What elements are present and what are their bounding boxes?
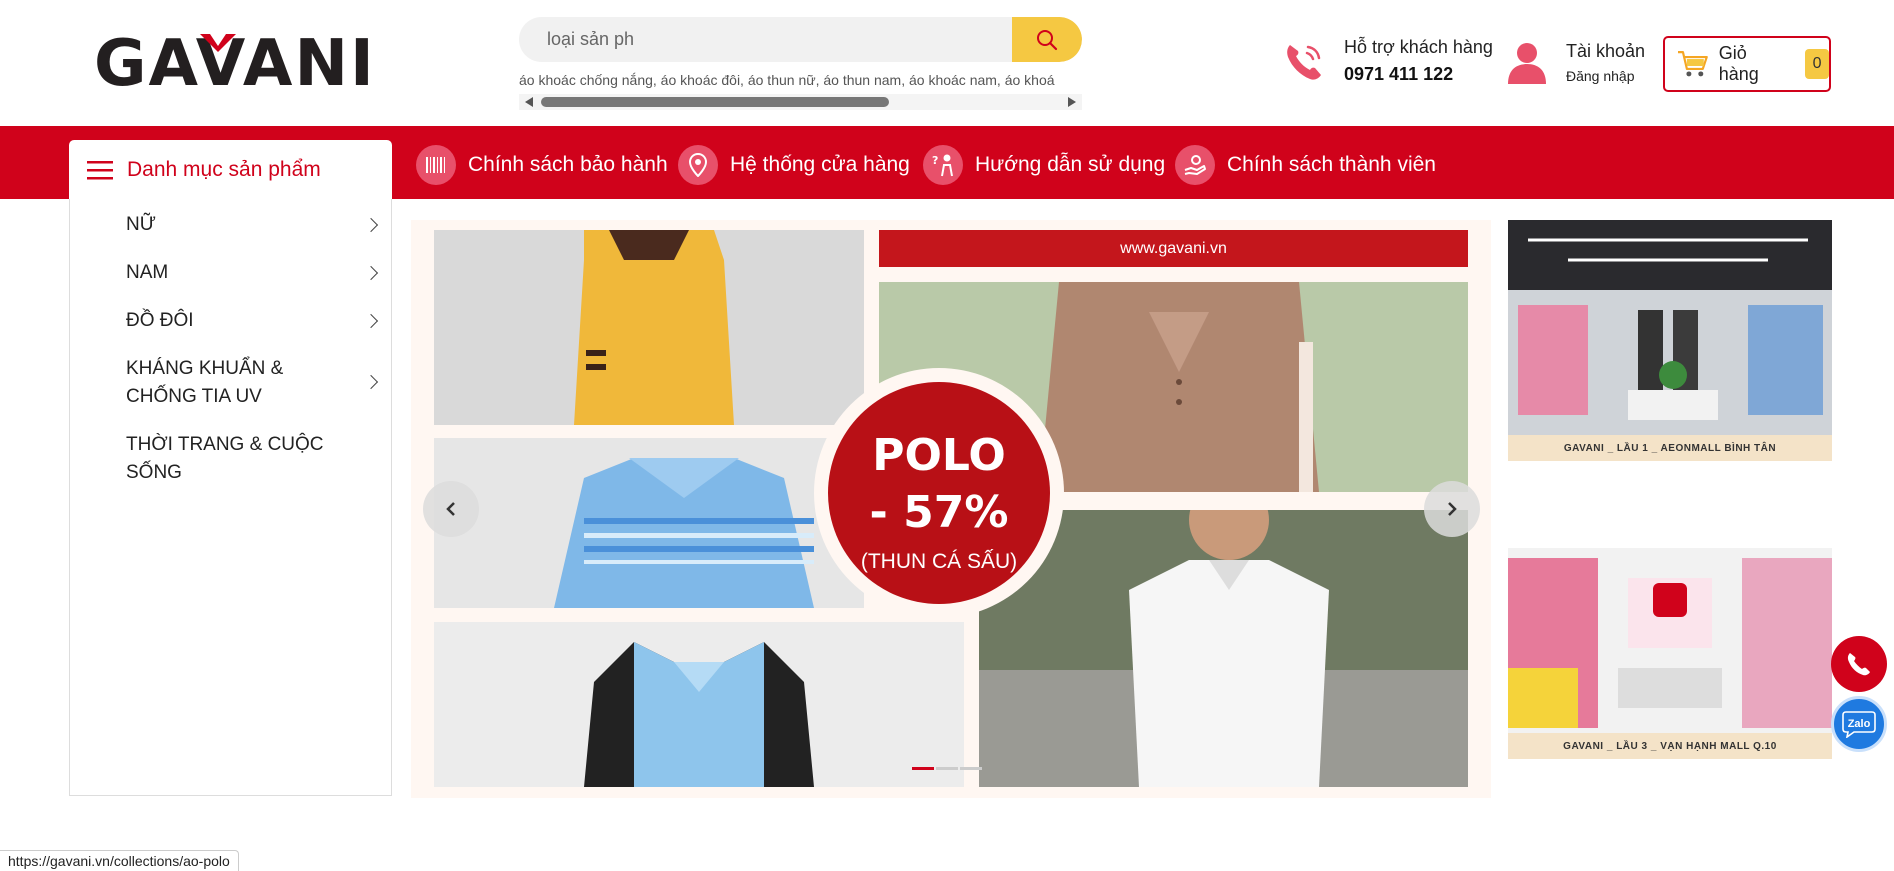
sidebar-item-label: NAM <box>126 262 169 283</box>
slider-dot-3[interactable] <box>960 767 982 770</box>
nav-store-system[interactable]: Hệ thống cửa hàng <box>678 145 910 185</box>
nav-label: Chính sách bảo hành <box>468 153 668 176</box>
slider-prev-button[interactable] <box>423 481 479 537</box>
logo-accent-icon <box>200 34 236 52</box>
cart-label: Giỏ hàng <box>1718 43 1759 84</box>
phone-icon <box>1287 45 1321 80</box>
sidebar-item-label: ĐỒ ĐÔI <box>126 310 194 331</box>
sidebar-item-label: NỮ <box>126 214 156 235</box>
floating-zalo-button[interactable]: Zalo <box>1831 696 1887 752</box>
phone-icon <box>1847 653 1870 676</box>
search-suggestions[interactable]: áo khoác chống nắng, áo khoác đôi, áo th… <box>519 72 1082 88</box>
store-caption: GAVANI _ LẦU 1 _ AEONMALL BÌNH TÂN <box>1508 435 1832 461</box>
banner-url-strip: www.gavani.vn <box>879 230 1468 267</box>
account-text: Tài khoản Đăng nhập <box>1566 41 1645 84</box>
category-menu-label: Danh mục sản phẩm <box>127 158 321 181</box>
account-menu[interactable]: Tài khoản Đăng nhập <box>1506 40 1645 84</box>
svg-text:?: ? <box>932 154 938 167</box>
customer-support[interactable]: Hỗ trợ khách hàng 0971 411 122 <box>1282 37 1493 85</box>
zalo-label: Zalo <box>1847 718 1871 730</box>
location-pin-icon <box>678 145 718 185</box>
login-link[interactable]: Đăng nhập <box>1566 68 1645 84</box>
sidebar-item-men[interactable]: NAM <box>126 259 379 287</box>
store-photo-aeonmall[interactable]: GAVANI _ LẦU 1 _ AEONMALL BÌNH TÂN <box>1508 220 1832 461</box>
browser-status-url: https://gavani.vn/collections/ao-polo <box>0 850 239 871</box>
category-menu-toggle[interactable]: Danh mục sản phẩm <box>69 140 392 200</box>
chevron-right-icon <box>363 313 379 329</box>
nav-usage-guide[interactable]: ? Hướng dẫn sử dụng <box>923 145 1165 185</box>
slider-dots <box>912 767 984 770</box>
banner-photo-yellow-polo <box>434 230 864 425</box>
gavani-logo[interactable]: GAVANI <box>94 32 374 96</box>
promo-badge: POLO - 57% (THUN CÁ SẤU) <box>814 368 1064 618</box>
user-icon <box>1508 43 1546 84</box>
barcode-icon <box>416 145 456 185</box>
banner-photo-white-polo <box>979 510 1468 787</box>
scroll-right-icon[interactable] <box>1068 97 1076 107</box>
chevron-left-icon <box>446 502 455 516</box>
banner-photo-raglan-polo <box>434 622 964 787</box>
account-label: Tài khoản <box>1566 40 1646 61</box>
chevron-right-icon <box>363 374 379 390</box>
promo-discount: - 57% <box>869 487 1009 538</box>
floating-call-button[interactable] <box>1831 636 1887 692</box>
suggestions-scrollbar[interactable] <box>519 94 1082 110</box>
store-photo-vanhanh-mall[interactable]: GAVANI _ LẦU 3 _ VẠN HẠNH MALL Q.10 <box>1508 518 1832 759</box>
search-box <box>519 17 1082 62</box>
nav-label: Chính sách thành viên <box>1227 153 1436 176</box>
hero-banner-slider[interactable]: www.gavani.vn POLO - 57% (THUN CÁ SẤU) <box>411 220 1491 798</box>
scroll-left-icon[interactable] <box>525 97 533 107</box>
sidebar-item-women[interactable]: NỮ <box>126 211 379 239</box>
support-phone[interactable]: 0971 411 122 <box>1344 64 1493 85</box>
category-sidebar: NỮ NAM ĐỒ ĐÔI KHÁNG KHUẨN & CHỐNG TIA UV… <box>69 199 392 796</box>
nav-label: Hướng dẫn sử dụng <box>975 153 1166 176</box>
nav-warranty-policy[interactable]: Chính sách bảo hành <box>416 145 668 185</box>
cart-button[interactable]: Giỏ hàng 0 <box>1663 36 1831 92</box>
chevron-right-icon <box>363 217 379 233</box>
sidebar-item-label: THỜI TRANG & CUỘC SỐNG <box>126 434 324 483</box>
cart-count-badge: 0 <box>1805 49 1829 79</box>
hamburger-icon <box>87 161 113 180</box>
promo-badge-inner: POLO - 57% (THUN CÁ SẤU) <box>828 382 1050 604</box>
promo-subtitle: (THUN CÁ SẤU) <box>860 550 1018 573</box>
slider-dot-2[interactable] <box>936 767 958 770</box>
search-area: áo khoác chống nắng, áo khoác đôi, áo th… <box>519 17 1082 110</box>
sidebar-item-label: KHÁNG KHUẨN & CHỐNG TIA UV <box>126 358 284 407</box>
scrollbar-thumb[interactable] <box>541 97 889 107</box>
promo-title: POLO <box>872 430 1006 481</box>
sidebar-item-couple[interactable]: ĐỒ ĐÔI <box>126 307 379 335</box>
nav-label: Hệ thống cửa hàng <box>730 153 910 176</box>
chevron-right-icon <box>363 265 379 281</box>
search-button[interactable] <box>1012 17 1082 62</box>
support-label: Hỗ trợ khách hàng <box>1344 37 1493 57</box>
support-text: Hỗ trợ khách hàng 0971 411 122 <box>1344 37 1493 85</box>
banner-photo-blue-polo <box>434 438 864 608</box>
guide-person-icon: ? <box>923 145 963 185</box>
site-header: GAVANI áo khoác chống nắng, áo khoác đôi… <box>0 0 1894 126</box>
search-icon <box>1037 29 1058 50</box>
nav-member-policy[interactable]: Chính sách thành viên <box>1175 145 1436 185</box>
slider-dot-1[interactable] <box>912 767 934 770</box>
member-hand-icon <box>1175 145 1215 185</box>
sidebar-item-fashion-life[interactable]: THỜI TRANG & CUỘC SỐNG <box>126 431 326 487</box>
search-input[interactable] <box>519 17 1009 62</box>
store-caption: GAVANI _ LẦU 3 _ VẠN HẠNH MALL Q.10 <box>1508 733 1832 759</box>
chevron-right-icon <box>1448 502 1457 516</box>
sidebar-item-antibacterial-uv[interactable]: KHÁNG KHUẨN & CHỐNG TIA UV <box>126 355 386 411</box>
slider-next-button[interactable] <box>1424 481 1480 537</box>
cart-icon <box>1677 51 1708 77</box>
